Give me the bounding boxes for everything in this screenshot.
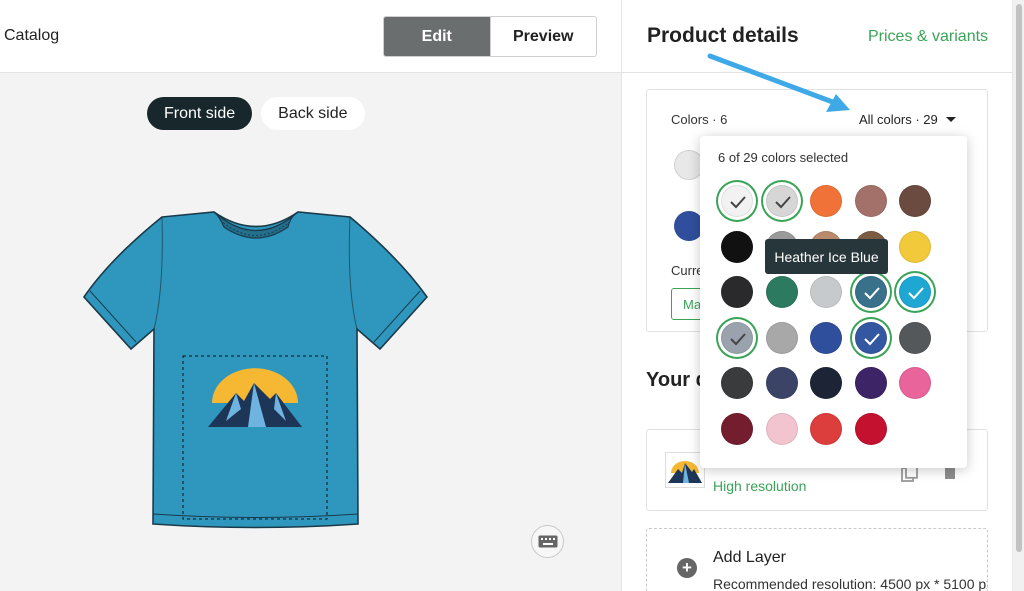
color-swatch[interactable]: [899, 276, 931, 308]
color-swatch[interactable]: [721, 230, 753, 263]
color-tooltip: Heather Ice Blue: [765, 239, 888, 274]
color-swatch[interactable]: [810, 412, 842, 445]
mountain-logo-thumb: [668, 461, 702, 483]
color-swatch[interactable]: [854, 185, 887, 217]
color-swatch[interactable]: [810, 321, 842, 354]
preview-button[interactable]: Preview: [489, 17, 596, 56]
color-swatch[interactable]: [765, 412, 798, 445]
currency-label: Curre: [671, 263, 704, 278]
color-swatch[interactable]: [854, 412, 887, 445]
caret-down-icon: [945, 117, 956, 122]
side-toggle: Front side Back side: [147, 97, 365, 130]
color-swatch[interactable]: [765, 276, 798, 308]
mode-toggle: Edit Preview: [383, 16, 597, 57]
color-swatch[interactable]: [765, 321, 798, 354]
prices-variants-link[interactable]: Prices & variants: [868, 28, 988, 46]
editor-topbar: Catalog Edit Preview: [0, 0, 622, 73]
color-swatch[interactable]: [810, 185, 842, 217]
color-swatch[interactable]: [721, 412, 753, 445]
checkmark-icon: [863, 287, 880, 300]
front-side-button[interactable]: Front side: [147, 97, 253, 130]
color-swatch[interactable]: [899, 185, 931, 217]
layer-thumbnail: [665, 452, 705, 488]
scrollbar-thumb[interactable]: [1016, 4, 1022, 552]
color-swatch[interactable]: [854, 367, 887, 399]
color-swatch[interactable]: [721, 321, 753, 354]
color-swatch[interactable]: [721, 276, 753, 308]
checkmark-icon: [908, 287, 924, 300]
annotation-arrow: [707, 53, 850, 112]
color-swatch[interactable]: [899, 321, 931, 354]
layer-resolution-status: High resolution: [713, 478, 807, 494]
recommended-resolution-text: Recommended resolution: 4500 px * 5100 p…: [713, 576, 988, 591]
color-swatch[interactable]: [810, 367, 842, 399]
checkmark-icon: [774, 196, 791, 209]
add-layer-title: Add Layer: [713, 549, 786, 566]
add-layer-zone[interactable]: + Add Layer Recommended resolution: 4500…: [646, 528, 988, 591]
breadcrumb-catalog[interactable]: Catalog: [4, 27, 59, 45]
your-design-heading: Your d: [646, 369, 708, 391]
color-swatch[interactable]: [721, 185, 753, 217]
checkmark-icon: [730, 196, 746, 209]
edit-button[interactable]: Edit: [384, 17, 490, 56]
color-swatch[interactable]: [765, 367, 798, 399]
color-swatch[interactable]: [899, 367, 931, 399]
color-swatch[interactable]: [810, 276, 842, 308]
color-swatch[interactable]: [765, 185, 798, 217]
color-picker-dropdown: 6 of 29 colors selected: [700, 136, 967, 468]
panel-scrollbar[interactable]: [1012, 0, 1024, 591]
checkmark-icon: [730, 332, 746, 345]
colors-selected-count: 6 of 29 colors selected: [718, 150, 849, 165]
back-side-button[interactable]: Back side: [261, 97, 365, 130]
all-colors-label: All colors · 29: [859, 112, 938, 127]
all-colors-dropdown[interactable]: All colors · 29: [859, 112, 956, 127]
keyboard-icon: [538, 535, 557, 548]
color-swatch[interactable]: [854, 276, 887, 308]
panel-title: Product details: [647, 24, 799, 47]
keyboard-shortcuts-button[interactable]: [531, 525, 564, 558]
plus-icon: +: [677, 558, 697, 578]
checkmark-icon: [863, 332, 880, 345]
tshirt-mockup: [82, 211, 429, 529]
color-swatch[interactable]: [854, 321, 887, 354]
design-canvas: Front side Back side: [0, 73, 622, 591]
color-swatch[interactable]: [899, 230, 931, 263]
color-swatch[interactable]: [721, 367, 753, 399]
